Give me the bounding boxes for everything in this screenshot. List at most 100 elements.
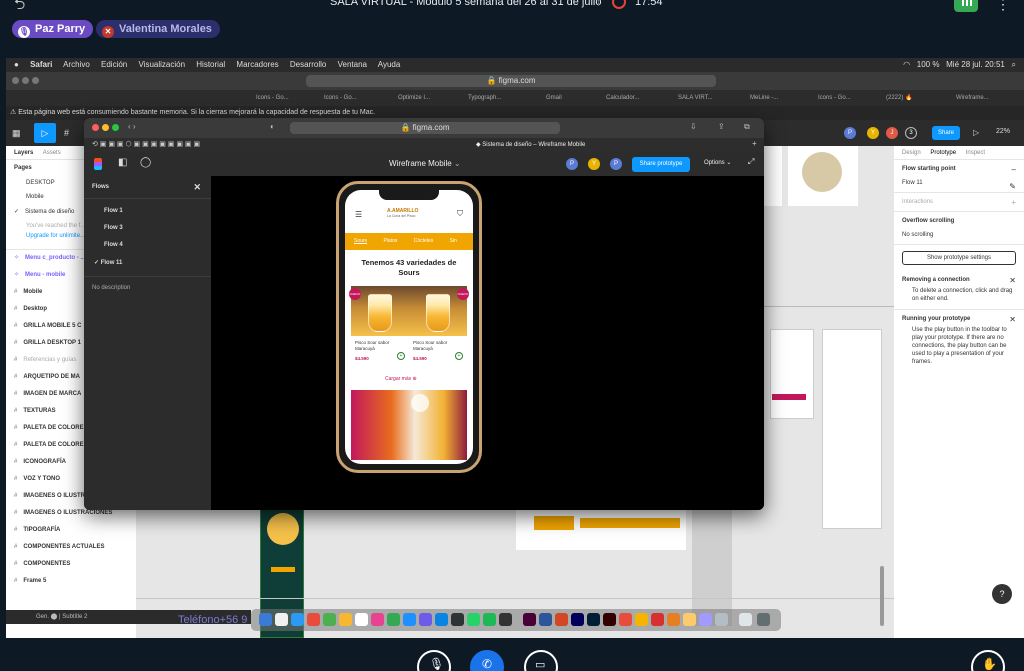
browser-tab[interactable]: Typograph... [468, 93, 532, 103]
flow-item[interactable]: Flow 1 [84, 204, 211, 221]
file-name[interactable]: Wireframe Mobile ⌄ [389, 159, 461, 168]
move-tool-icon[interactable]: ▷ [34, 123, 56, 143]
phone-screen[interactable]: ☰ A.AMARILLO La Cuna del Pisco ⛉ Sours P… [345, 190, 473, 464]
category-cocteles[interactable]: Cócteles [414, 238, 433, 244]
app-icon[interactable] [419, 613, 432, 626]
terminal-icon[interactable] [451, 613, 464, 626]
calendar-icon[interactable] [307, 613, 320, 626]
facetime-icon[interactable] [387, 613, 400, 626]
category-sin[interactable]: Sin [450, 238, 457, 244]
plus-icon[interactable]: + [1011, 198, 1016, 207]
browser-tab[interactable]: MeLine -... [750, 93, 810, 103]
avatar[interactable]: Y [588, 158, 600, 170]
menu-edicion[interactable]: Edición [101, 60, 127, 69]
privacy-icon[interactable]: ◐ [270, 122, 275, 131]
zoom-level[interactable]: 22% [996, 128, 1010, 135]
avatar[interactable]: P [610, 158, 622, 170]
close-icon[interactable]: ✕ [1009, 276, 1016, 285]
layer-item[interactable]: # COMPONENTES ACTUALES [6, 539, 136, 556]
canvas-frame[interactable] [770, 329, 814, 419]
flow-item[interactable]: Flow 3 [84, 221, 211, 238]
canvas-frame[interactable] [788, 146, 858, 206]
avatar-count[interactable]: 3 [905, 127, 917, 139]
add-to-cart-icon[interactable]: + [455, 352, 463, 360]
tab-inspect[interactable]: Inspect [966, 150, 985, 156]
app-store-icon[interactable] [435, 613, 448, 626]
flow-start-value[interactable]: Flow 11 [902, 180, 1016, 186]
show-prototype-settings-button[interactable]: Show prototype settings [902, 251, 1016, 265]
canvas-scrollbar[interactable] [880, 566, 884, 626]
browser-tab[interactable]: Icons - Go... [324, 93, 388, 103]
call-button[interactable]: ✆ [470, 650, 504, 671]
menu-clock[interactable]: Mié 28 jul. 20:51 [946, 60, 1005, 69]
menu-archivo[interactable]: Archivo [63, 60, 90, 69]
spotlight-icon[interactable]: ⌕ [1012, 60, 1016, 69]
app-icon[interactable] [683, 613, 696, 626]
apple-icon[interactable]: ● [14, 60, 19, 69]
sidebar-toggle-icon[interactable]: ◧ [118, 157, 127, 168]
close-window-icon[interactable] [12, 77, 19, 84]
cart-icon[interactable]: ⛉ [457, 209, 463, 219]
layer-item[interactable]: # COMPONENTES [6, 556, 136, 573]
launchpad-icon[interactable] [275, 613, 288, 626]
browser-tab[interactable]: Wireframe... [956, 93, 1016, 103]
tabs-overview-icon[interactable]: ⧉ [744, 122, 750, 132]
signal-strength-icon[interactable] [954, 0, 978, 12]
figma-logo-icon[interactable] [94, 158, 102, 170]
browser-tab[interactable]: Optimize I... [398, 93, 462, 103]
browser-tab[interactable]: Icons - Go... [256, 93, 320, 103]
trash-icon[interactable] [757, 613, 770, 626]
tab-prototype[interactable]: Prototype [930, 150, 956, 156]
raise-hand-button[interactable]: ✋ [971, 650, 1005, 671]
mic-toggle-button[interactable]: 🎙 [417, 650, 451, 671]
help-button[interactable]: ? [992, 584, 1012, 604]
menu-ventana[interactable]: Ventana [338, 60, 367, 69]
share-icon[interactable]: ⇪ [718, 122, 725, 131]
browser-tab[interactable]: Calculador... [606, 93, 668, 103]
layer-item[interactable]: # TIPOGRAFÍA [6, 522, 136, 539]
media-encoder-icon[interactable] [571, 613, 584, 626]
avatar[interactable]: J [886, 127, 898, 139]
wifi-icon[interactable]: ◠ [903, 60, 910, 69]
close-window-icon[interactable] [92, 124, 99, 131]
menu-ayuda[interactable]: Ayuda [378, 60, 401, 69]
zoom-window-icon[interactable] [32, 77, 39, 84]
avatar[interactable]: P [844, 127, 856, 139]
download-icon[interactable]: ⇩ [690, 122, 697, 131]
category-platos[interactable]: Platos [383, 238, 397, 244]
layer-item[interactable]: # Frame 5 [6, 573, 136, 590]
tab-layers[interactable]: Layers [14, 150, 33, 156]
avatar[interactable]: P [566, 158, 578, 170]
product-card[interactable]: NUEVO Pisco Sour sabor Maracuyá $4.590 + [349, 286, 409, 368]
menu-safari[interactable]: Safari [30, 60, 52, 69]
tab-design[interactable]: Design [902, 150, 921, 156]
frame-tool-icon[interactable]: # [64, 128, 69, 138]
participant-pill[interactable]: ✕ Valentina Morales [96, 20, 220, 38]
leave-call-icon[interactable]: ⮌ [14, 0, 25, 18]
canvas-frame[interactable] [822, 329, 882, 529]
browser-tab[interactable]: SALA VIRT... [678, 93, 740, 103]
menu-marcadores[interactable]: Marcadores [236, 60, 278, 69]
flow-item-selected[interactable]: ✓ Flow 11 [84, 255, 211, 272]
illustrator-icon[interactable] [603, 613, 616, 626]
comment-icon[interactable]: ◯ [140, 157, 151, 168]
present-icon[interactable]: ▷ [973, 128, 979, 137]
back-forward-icon[interactable]: ‹ › [128, 122, 136, 131]
load-more-link[interactable]: Cargar más ⊕ [385, 376, 417, 382]
safari-icon[interactable] [291, 613, 304, 626]
menu-visualizacion[interactable]: Visualización [139, 60, 186, 69]
address-bar[interactable]: 🔒 figma.com [290, 122, 560, 134]
zoom-window-icon[interactable] [112, 124, 119, 131]
acrobat-icon[interactable] [651, 613, 664, 626]
close-icon[interactable]: ✕ [1009, 315, 1016, 324]
downloads-icon[interactable] [739, 613, 752, 626]
minimize-window-icon[interactable] [102, 124, 109, 131]
category-sours[interactable]: Sours [354, 238, 367, 244]
chrome-icon[interactable] [355, 613, 368, 626]
close-icon[interactable]: ✕ [193, 182, 201, 193]
add-to-cart-icon[interactable]: + [397, 352, 405, 360]
share-button[interactable]: Share [932, 126, 960, 140]
photoshop-icon[interactable] [587, 613, 600, 626]
whatsapp-icon[interactable] [467, 613, 480, 626]
canvas-frame[interactable] [516, 508, 686, 550]
